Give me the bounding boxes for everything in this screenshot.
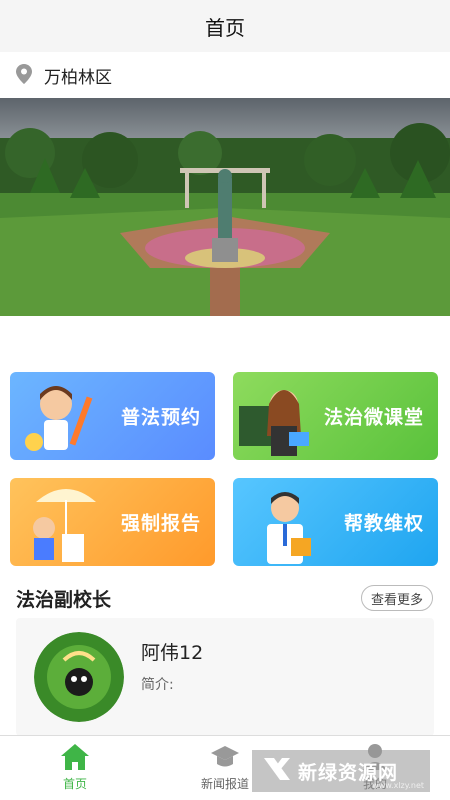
top-bar: 首页 <box>0 0 450 52</box>
teacher-at-blackboard-icon <box>239 376 329 460</box>
graduation-cap-icon <box>209 742 241 772</box>
tile-label: 帮教维权 <box>343 512 424 535</box>
principal-name: 阿伟12 <box>141 642 204 664</box>
tab-label: 首页 <box>62 777 87 791</box>
location-text: 万柏林区 <box>44 67 112 88</box>
tile-label: 普法预约 <box>120 406 201 429</box>
tile-pufa-yuyue[interactable]: 普法预约 <box>10 372 215 460</box>
garden-banner[interactable] <box>0 98 450 316</box>
page-title: 首页 <box>205 15 245 40</box>
tile-label: 法治微课堂 <box>323 406 424 429</box>
student-with-pencil-icon <box>16 376 106 460</box>
view-more-button[interactable]: 查看更多 <box>361 585 433 611</box>
tile-fazhi-weiketang[interactable]: 法治微课堂 <box>233 372 438 460</box>
avatar <box>34 632 124 722</box>
location-bar[interactable]: 万柏林区 <box>0 52 450 98</box>
tile-qiangzhi-baogao[interactable]: 强制报告 <box>10 478 215 566</box>
doctor-with-clipboard-icon <box>239 482 329 566</box>
child-with-umbrella-icon <box>16 482 106 566</box>
tile-label: 强制报告 <box>120 512 201 535</box>
section-title: 法治副校长 <box>16 589 112 611</box>
watermark-url: www.xlzy.net <box>372 781 424 790</box>
principal-card[interactable]: 阿伟12 简介: <box>16 618 434 736</box>
map-pin-icon <box>16 64 34 86</box>
principal-intro: 简介: <box>141 677 174 693</box>
home-icon <box>59 742 91 772</box>
tab-home[interactable]: 首页 <box>0 736 150 800</box>
app-root: 首页 万柏林区 普法预约 法治微课堂 强制报告 帮教维权 法治副校长 查看更多 … <box>0 0 450 800</box>
watermark: 新绿资源网 www.xlzy.net <box>252 750 430 792</box>
tile-bangjiao-weiquan[interactable]: 帮教维权 <box>233 478 438 566</box>
logo-icon <box>262 754 292 788</box>
tab-label: 新闻报道 <box>200 777 249 791</box>
